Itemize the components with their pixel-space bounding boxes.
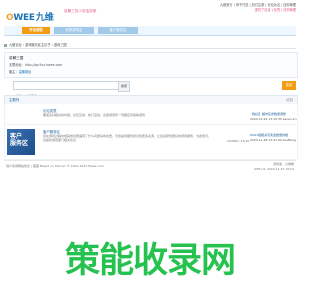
footer-meta: 手机版 · 九维网 GMT+8, 2024-11-27 16:04	[254, 162, 294, 172]
main-nav: 开设到联 玩家游戏区 客户服务区	[4, 26, 296, 36]
forum-row[interactable]: 客户 服务区 客户服务区 您在游戏过程中或其他问题遇到了什么问题请向这里，为您提供…	[4, 124, 298, 160]
site-logo[interactable]: OWEE九维	[6, 5, 66, 23]
top-links-line2[interactable]: 提供了信息 | 标签 | 信仰管理	[220, 8, 296, 13]
breadcrumb-text[interactable]: 九维论坛 › 游戏娱乐区主论子 › 游戏三国	[9, 43, 67, 47]
footer-copyright[interactable]: 用户条例网站协议 | 美国 Based on Discuz! © 2001-20…	[6, 164, 104, 168]
watermark-text: 策能收录网	[64, 241, 236, 281]
nav-tab-games[interactable]: 玩家游戏区	[54, 27, 94, 34]
last-post-meta: 2024-11-28 13:41:09 zouBeng	[250, 138, 296, 142]
collapse-toggle[interactable]: 收起	[286, 96, 293, 104]
search-field[interactable]	[13, 81, 119, 100]
nav-tab-home[interactable]: 开设到联	[22, 27, 50, 34]
forum-title: 讲解三国	[9, 56, 24, 60]
nav-tab-service[interactable]: 客户服务区	[98, 27, 138, 34]
top-links[interactable]: 九维家行 | 申子付送 | 加付注册 | 论坛功名 | 信仰管理 提供了信息 |…	[220, 3, 296, 13]
logo-main: WEE	[13, 13, 35, 23]
moderator-label: 版主：	[9, 70, 19, 74]
forum-last-post[interactable]: tiSO1组相关高奖金数量的相 2024-11-28 13:41:09 zouB…	[250, 133, 300, 143]
forum-last-post[interactable]: 【信息】超时任务数量调整 2024-12-24 13:10:30 seven-k…	[250, 112, 300, 122]
site-tagline: 讲解三张少说话讲那	[64, 9, 97, 13]
forum-url[interactable]: 无限地址：http://qz.9vz.hwee.com	[9, 62, 62, 67]
forum-desc: 您在游戏过程中或其他问题遇到了什么问题请向这里，为您提供服务建议和更多资源，让您…	[43, 134, 212, 142]
moderator-value[interactable]: 温暖城运	[19, 70, 32, 74]
footer-timestamp: GMT+8, 2024-11-27 16:04	[253, 167, 294, 171]
page-footer: 用户条例网站协议 | 美国 Based on Discuz! © 2001-20…	[4, 160, 296, 173]
forum-moderator: 版主：温暖城运	[9, 69, 31, 74]
forum-list-title: 主题列	[9, 98, 20, 102]
service-forum-icon: 客户 服务区	[7, 129, 35, 155]
forum-info-box: 讲解三国 无限地址：http://qz.9vz.hwee.com 版主：温暖城运	[4, 52, 298, 78]
forum-desc: 要发表好相关的内容，论坛互动，热门活动，议题游戏有一同相应问答等游戏	[43, 113, 146, 117]
search-button[interactable]: 搜索	[118, 81, 130, 92]
logo-text: OWEE	[6, 13, 35, 23]
home-icon[interactable]	[4, 43, 7, 47]
logo-cn: 九维	[35, 13, 54, 23]
forum-stats: 1/2000 / 17/10	[227, 139, 250, 143]
last-post-meta: 2024-12-24 13:10:30 seven-kn	[250, 117, 297, 121]
new-post-button[interactable]: 发帖	[282, 81, 296, 90]
breadcrumb: 九维论坛 › 游戏娱乐区主论子 › 游戏三国	[4, 42, 296, 49]
